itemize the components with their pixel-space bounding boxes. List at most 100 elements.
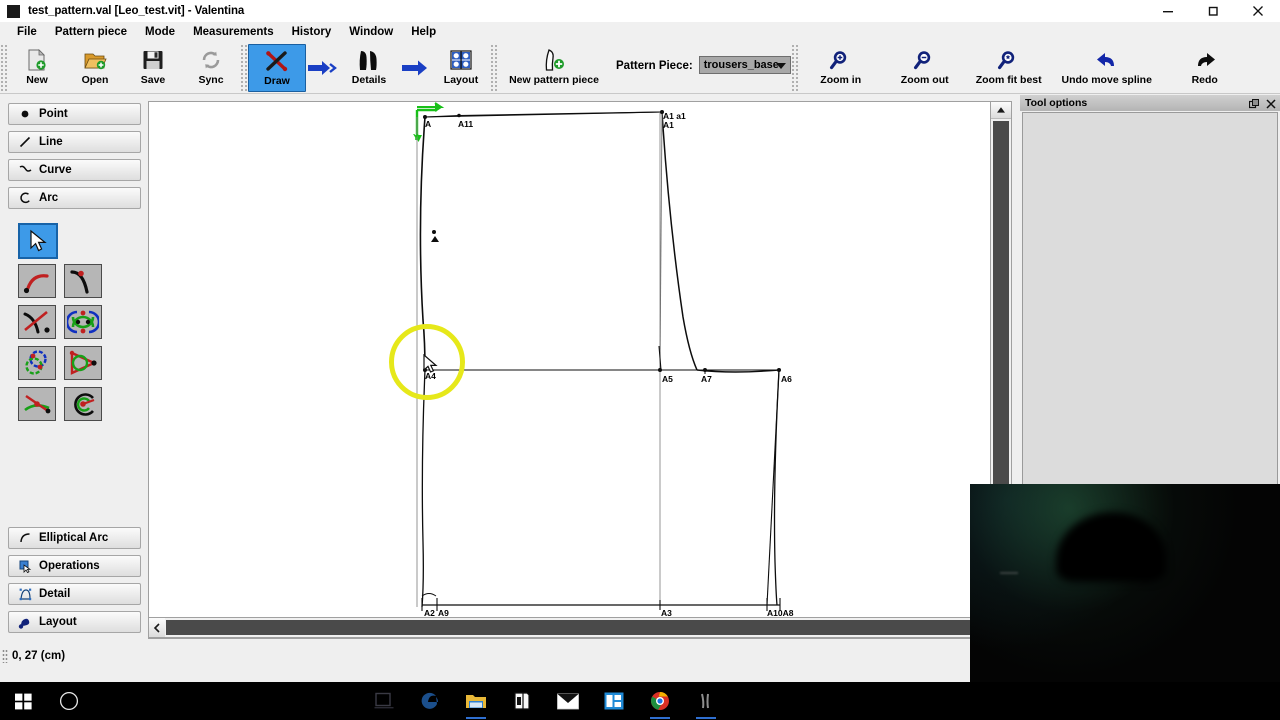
toolbar-grip-pattern[interactable]	[490, 44, 498, 92]
sidebar-group-point[interactable]: Point	[8, 103, 141, 125]
cortana-circle-icon[interactable]	[46, 682, 92, 720]
edge-browser-icon[interactable]	[418, 682, 442, 720]
tool-row	[18, 264, 128, 305]
toolbar-grip-file[interactable]	[0, 44, 8, 92]
menu-measurements[interactable]: Measurements	[184, 24, 283, 40]
sidebar-group-line[interactable]: Line	[8, 131, 141, 153]
webcam-silhouette	[1056, 512, 1166, 582]
blue-app-icon[interactable]	[602, 682, 626, 720]
window-title: test_pattern.val [Leo_test.vit] - Valent…	[28, 5, 245, 17]
pattern-piece-value: trousers_base	[703, 59, 779, 71]
point-label-A1: A1	[663, 120, 674, 130]
chevron-up-icon[interactable]	[991, 102, 1011, 119]
chrome-browser-icon[interactable]	[648, 682, 672, 720]
sidebar-group-operations[interactable]: Operations	[8, 555, 141, 577]
sidebar-group-layout-label: Layout	[39, 616, 77, 628]
menu-window[interactable]: Window	[340, 24, 402, 40]
sidebar-group-elliptical-arc[interactable]: Elliptical Arc	[8, 527, 141, 549]
close-button[interactable]	[1235, 0, 1280, 22]
arc-cut-tool[interactable]	[64, 387, 103, 421]
new-document-icon	[20, 47, 54, 73]
sidebar-group-detail[interactable]: Detail	[8, 583, 141, 605]
restore-button[interactable]	[1190, 0, 1235, 22]
canvas-inner: A A11 A1 a1 A1 A4 A5 A7 A6 A2 A9 A3 A10A…	[149, 102, 994, 618]
tools-sidebar: Point Line Curve Arc Elliptical Arc Oper…	[0, 95, 148, 640]
elliptical-arc-icon	[17, 532, 33, 544]
tool-row	[18, 387, 128, 428]
task-view-icon[interactable]	[372, 682, 396, 720]
valentina-underline	[696, 717, 716, 719]
toolbar-grip-mode[interactable]	[240, 44, 248, 92]
pattern-canvas[interactable]: A A11 A1 a1 A1 A4 A5 A7 A6 A2 A9 A3 A10A…	[148, 101, 1012, 639]
sidebar-group-curve[interactable]: Curve	[8, 159, 141, 181]
menu-file[interactable]: File	[8, 24, 46, 40]
sidebar-group-arc[interactable]: Arc	[8, 187, 141, 209]
valentina-app-icon[interactable]	[694, 682, 718, 720]
chevron-left-icon[interactable]	[149, 618, 165, 637]
draw-mode-button[interactable]: Draw	[248, 44, 306, 92]
tool-row	[18, 305, 128, 346]
coordinates-readout: 0, 27 (cm)	[12, 649, 66, 662]
new-label: New	[26, 74, 48, 86]
open-button[interactable]: Open	[66, 44, 124, 92]
zoom-in-button[interactable]: Zoom in	[799, 44, 883, 92]
operations-icon	[17, 560, 33, 573]
arc-intersect-arc-tool[interactable]	[18, 346, 56, 380]
sidebar-group-arc-label: Arc	[39, 192, 59, 204]
mail-icon[interactable]	[556, 682, 580, 720]
curve-with-control-tool[interactable]	[64, 264, 103, 298]
menu-mode[interactable]: Mode	[136, 24, 184, 40]
sidebar-group-layout[interactable]: Layout	[8, 611, 141, 633]
details-mode-button[interactable]: Details	[340, 44, 398, 92]
curve-intersect-curve-tool[interactable]	[64, 305, 103, 339]
sync-button[interactable]: Sync	[182, 44, 240, 92]
mode-arrow-2-icon	[398, 44, 432, 92]
menu-help[interactable]: Help	[402, 24, 445, 40]
cut-spline-tool[interactable]	[18, 387, 56, 421]
line-icon	[17, 136, 33, 148]
undo-label: Undo move spline	[1061, 74, 1152, 86]
curve-intersect-axis-tool[interactable]	[18, 305, 56, 339]
toolbar-mode-group: Draw Details Layout	[248, 42, 490, 94]
sidebar-group-operations-label: Operations	[39, 560, 100, 572]
layout-mode-button[interactable]: Layout	[432, 44, 490, 92]
menu-pattern-piece[interactable]: Pattern piece	[46, 24, 136, 40]
menu-history[interactable]: History	[283, 24, 341, 40]
sidebar-group-point-label: Point	[39, 108, 68, 120]
new-pattern-piece-button[interactable]: New pattern piece	[498, 44, 610, 92]
draw-scissors-icon	[260, 48, 294, 74]
undo-button[interactable]: Undo move spline	[1051, 44, 1163, 92]
file-explorer-icon[interactable]	[464, 682, 488, 720]
undo-icon	[1090, 47, 1124, 73]
layout-mode-label: Layout	[443, 74, 479, 86]
curve-icon	[17, 164, 33, 176]
new-pattern-piece-label: New pattern piece	[509, 74, 599, 86]
horizontal-scroll-thumb[interactable]	[166, 620, 990, 635]
toolbar-zoom-group: Zoom in Zoom out Zoom fit best Undo move…	[799, 42, 1247, 94]
store-icon[interactable]	[510, 682, 534, 720]
windows-start-icon[interactable]	[0, 682, 46, 720]
save-button[interactable]: Save	[124, 44, 182, 92]
new-button[interactable]: New	[8, 44, 66, 92]
tool-options-titlebar: Tool options	[1020, 95, 1280, 111]
simple-curve-tool[interactable]	[18, 264, 56, 298]
webcam-overlay	[970, 484, 1280, 686]
app-icon	[7, 4, 20, 18]
zoom-out-button[interactable]: Zoom out	[883, 44, 967, 92]
redo-button[interactable]: Redo	[1163, 44, 1247, 92]
floppy-disk-icon	[136, 47, 170, 73]
canvas-horizontal-scrollbar[interactable]	[148, 617, 1012, 638]
zoom-fit-best-button[interactable]: Zoom fit best	[967, 44, 1051, 92]
minimize-button[interactable]	[1145, 0, 1190, 22]
sidebar-group-line-label: Line	[39, 136, 63, 148]
pattern-piece-select[interactable]: trousers_base	[698, 56, 791, 74]
toolbar-grip-zoom[interactable]	[790, 44, 799, 92]
point-label-A11: A11	[458, 119, 474, 129]
title-bar: test_pattern.val [Leo_test.vit] - Valent…	[0, 0, 1280, 22]
point-of-contact-tool[interactable]	[64, 346, 103, 380]
toolbar-file-group: New Open Save Sync	[8, 42, 240, 94]
point-label-A7: A7	[701, 374, 712, 384]
layout-grid-icon	[444, 47, 478, 73]
zoom-fit-best-icon	[992, 47, 1026, 73]
arrow-select-tool[interactable]	[18, 223, 58, 259]
